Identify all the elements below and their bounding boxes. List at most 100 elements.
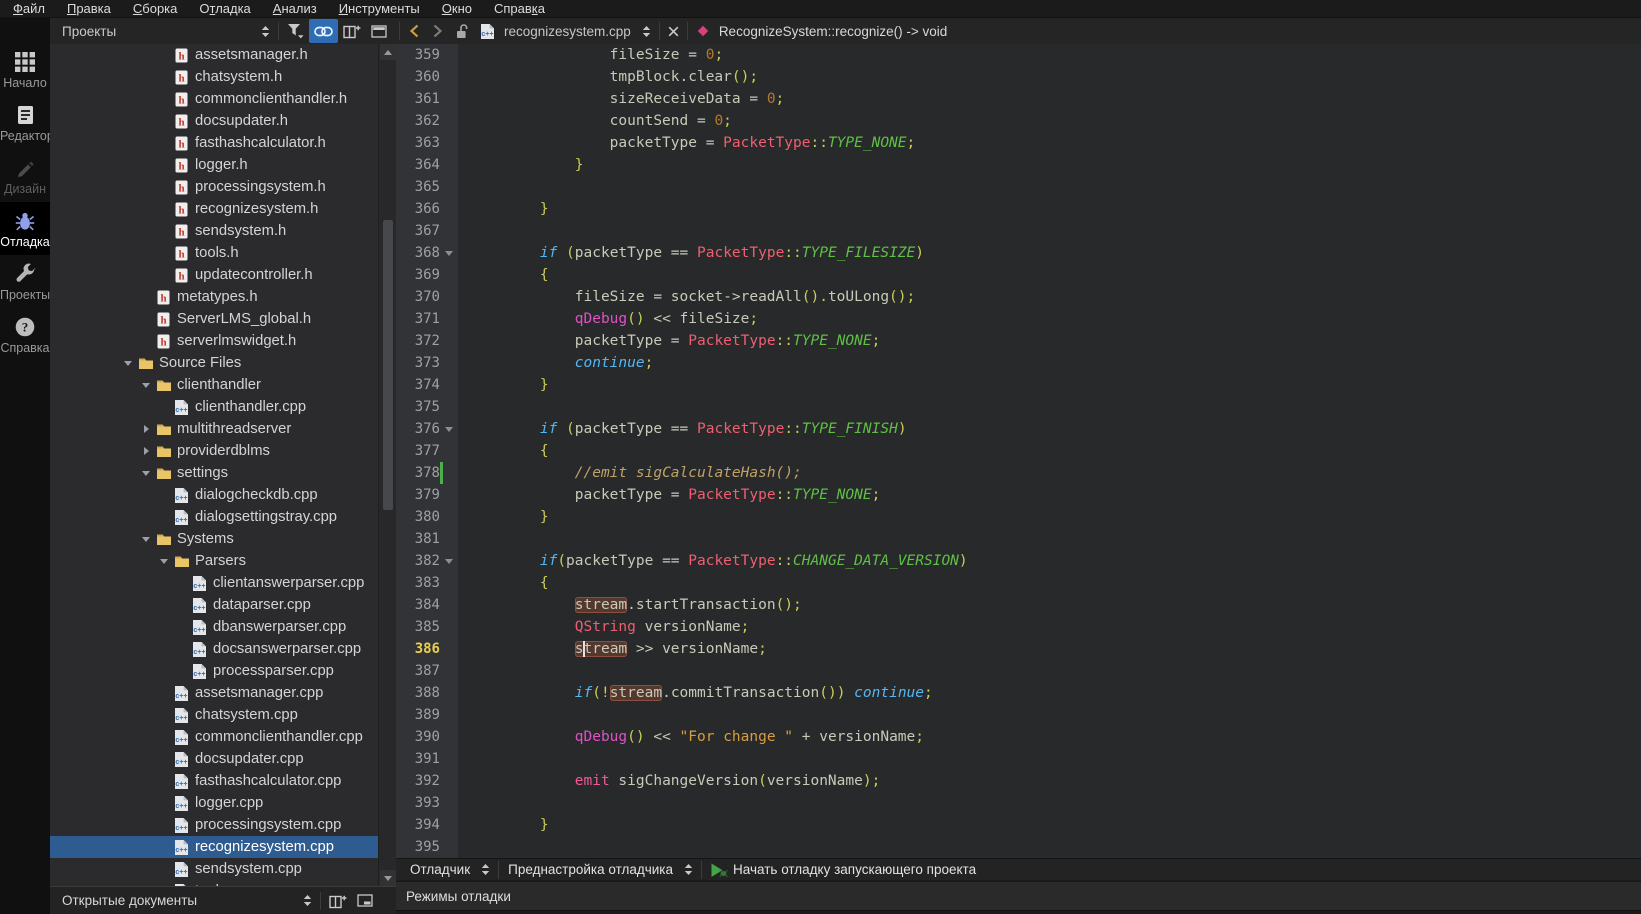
- code-line-363[interactable]: 363 packetType = PacketType::TYPE_NONE;: [396, 132, 1641, 154]
- code-text[interactable]: stream >> versionName;: [458, 638, 1641, 660]
- code-text[interactable]: [458, 220, 1641, 242]
- tree-item[interactable]: c++chatsystem.cpp: [50, 704, 378, 726]
- code-text[interactable]: {: [458, 572, 1641, 594]
- expand-arrow-icon[interactable]: [155, 559, 173, 564]
- code-line-369[interactable]: 369 {: [396, 264, 1641, 286]
- code-line-379[interactable]: 379 packetType = PacketType::TYPE_NONE;: [396, 484, 1641, 506]
- menu-item-6[interactable]: Окно: [431, 0, 483, 17]
- tree-item[interactable]: hchatsystem.h: [50, 66, 378, 88]
- mode-item-debug[interactable]: Отладка: [0, 202, 50, 255]
- tree-item[interactable]: c++recognizesystem.cpp: [50, 836, 378, 858]
- gutter-line-379[interactable]: 379: [396, 484, 458, 506]
- code-text[interactable]: qDebug() << fileSize;: [458, 308, 1641, 330]
- tree-item[interactable]: c++fasthashcalculator.cpp: [50, 770, 378, 792]
- mode-item-help[interactable]: ?Справка: [0, 308, 50, 361]
- document-dropdown-icon[interactable]: [637, 18, 656, 44]
- gutter-line-372[interactable]: 372: [396, 330, 458, 352]
- tree-item[interactable]: hdocsupdater.h: [50, 110, 378, 132]
- gutter-line-368[interactable]: 368: [396, 242, 458, 264]
- scroll-down-icon[interactable]: [380, 870, 396, 886]
- unlock-icon[interactable]: [449, 18, 475, 44]
- open-documents-dropdown-icon[interactable]: [298, 887, 317, 914]
- open-file-name[interactable]: recognizesystem.cpp: [500, 24, 637, 39]
- code-line-386[interactable]: 386 stream >> versionName;: [396, 638, 1641, 660]
- tree-scrollbar[interactable]: [378, 44, 396, 886]
- back-icon[interactable]: [403, 18, 426, 44]
- gutter-line-384[interactable]: 384: [396, 594, 458, 616]
- code-line-366[interactable]: 366 }: [396, 198, 1641, 220]
- menu-item-7[interactable]: Справка: [483, 0, 556, 17]
- close-panel-icon[interactable]: [352, 887, 378, 914]
- gutter-line-387[interactable]: 387: [396, 660, 458, 682]
- fold-marker-icon[interactable]: [440, 418, 458, 440]
- code-text[interactable]: if(!stream.commitTransaction()) continue…: [458, 682, 1641, 704]
- code-line-393[interactable]: 393: [396, 792, 1641, 814]
- code-line-378[interactable]: 378 //emit sigCalculateHash();: [396, 462, 1641, 484]
- code-line-380[interactable]: 380 }: [396, 506, 1641, 528]
- mode-item-design[interactable]: Дизайн: [0, 149, 50, 202]
- code-line-375[interactable]: 375: [396, 396, 1641, 418]
- tree-item[interactable]: c++sendsystem.cpp: [50, 858, 378, 880]
- tree-item[interactable]: c++dbanswerparser.cpp: [50, 616, 378, 638]
- code-text[interactable]: }: [458, 374, 1641, 396]
- mode-item-projects[interactable]: Проекты: [0, 255, 50, 308]
- tree-item[interactable]: clienthandler: [50, 374, 378, 396]
- gutter-line-366[interactable]: 366: [396, 198, 458, 220]
- code-line-394[interactable]: 394 }: [396, 814, 1641, 836]
- code-line-361[interactable]: 361 sizeReceiveData = 0;: [396, 88, 1641, 110]
- code-text[interactable]: tmpBlock.clear();: [458, 66, 1641, 88]
- menu-item-5[interactable]: Инструменты: [328, 0, 431, 17]
- code-line-373[interactable]: 373 continue;: [396, 352, 1641, 374]
- code-text[interactable]: if (packetType == PacketType::TYPE_FILES…: [458, 242, 1641, 264]
- expand-arrow-icon[interactable]: [137, 447, 155, 455]
- close-panel-icon[interactable]: [366, 18, 392, 44]
- code-text[interactable]: [458, 660, 1641, 682]
- tree-item[interactable]: c++commonclienthandler.cpp: [50, 726, 378, 748]
- gutter-line-385[interactable]: 385: [396, 616, 458, 638]
- code-line-367[interactable]: 367: [396, 220, 1641, 242]
- split-panel-icon[interactable]: [324, 887, 352, 914]
- code-line-370[interactable]: 370 fileSize = socket->readAll().toULong…: [396, 286, 1641, 308]
- gutter-line-365[interactable]: 365: [396, 176, 458, 198]
- menu-item-2[interactable]: Сборка: [122, 0, 189, 17]
- tree-item[interactable]: hserverlmswidget.h: [50, 330, 378, 352]
- panel-selector-dropdown-icon[interactable]: [256, 18, 275, 44]
- tree-item[interactable]: c++clientanswerparser.cpp: [50, 572, 378, 594]
- gutter-line-369[interactable]: 369: [396, 264, 458, 286]
- start-debug-label[interactable]: Начать отладку запускающего проекта: [733, 862, 976, 877]
- code-line-383[interactable]: 383 {: [396, 572, 1641, 594]
- code-text[interactable]: [458, 704, 1641, 726]
- code-line-392[interactable]: 392 emit sigChangeVersion(versionName);: [396, 770, 1641, 792]
- expand-arrow-icon[interactable]: [119, 361, 137, 366]
- menu-item-1[interactable]: Правка: [56, 0, 122, 17]
- code-line-359[interactable]: 359 fileSize = 0;: [396, 44, 1641, 66]
- gutter-line-373[interactable]: 373: [396, 352, 458, 374]
- fold-marker-icon[interactable]: [440, 242, 458, 264]
- tree-item[interactable]: hfasthashcalculator.h: [50, 132, 378, 154]
- gutter-line-377[interactable]: 377: [396, 440, 458, 462]
- code-line-387[interactable]: 387: [396, 660, 1641, 682]
- gutter-line-362[interactable]: 362: [396, 110, 458, 132]
- code-text[interactable]: stream.startTransaction();: [458, 594, 1641, 616]
- debugger-combo-dropdown-icon[interactable]: [476, 859, 495, 880]
- code-text[interactable]: emit sigChangeVersion(versionName);: [458, 770, 1641, 792]
- gutter-line-395[interactable]: 395: [396, 836, 458, 858]
- tree-item[interactable]: multithreadserver: [50, 418, 378, 440]
- gutter-line-392[interactable]: 392: [396, 770, 458, 792]
- scrollbar-thumb[interactable]: [383, 220, 393, 510]
- code-line-390[interactable]: 390 qDebug() << "For change " + versionN…: [396, 726, 1641, 748]
- code-line-389[interactable]: 389: [396, 704, 1641, 726]
- code-line-362[interactable]: 362 countSend = 0;: [396, 110, 1641, 132]
- gutter-line-383[interactable]: 383: [396, 572, 458, 594]
- code-editor[interactable]: 359 fileSize = 0;360 tmpBlock.clear();36…: [396, 44, 1641, 858]
- gutter-line-393[interactable]: 393: [396, 792, 458, 814]
- expand-arrow-icon[interactable]: [137, 425, 155, 433]
- projects-panel-title[interactable]: Проекты: [62, 24, 116, 39]
- code-line-360[interactable]: 360 tmpBlock.clear();: [396, 66, 1641, 88]
- tree-item[interactable]: hcommonclienthandler.h: [50, 88, 378, 110]
- tree-item[interactable]: c++assetsmanager.cpp: [50, 682, 378, 704]
- tree-item[interactable]: settings: [50, 462, 378, 484]
- split-panel-icon[interactable]: [338, 18, 366, 44]
- code-text[interactable]: [458, 528, 1641, 550]
- code-text[interactable]: [458, 836, 1641, 858]
